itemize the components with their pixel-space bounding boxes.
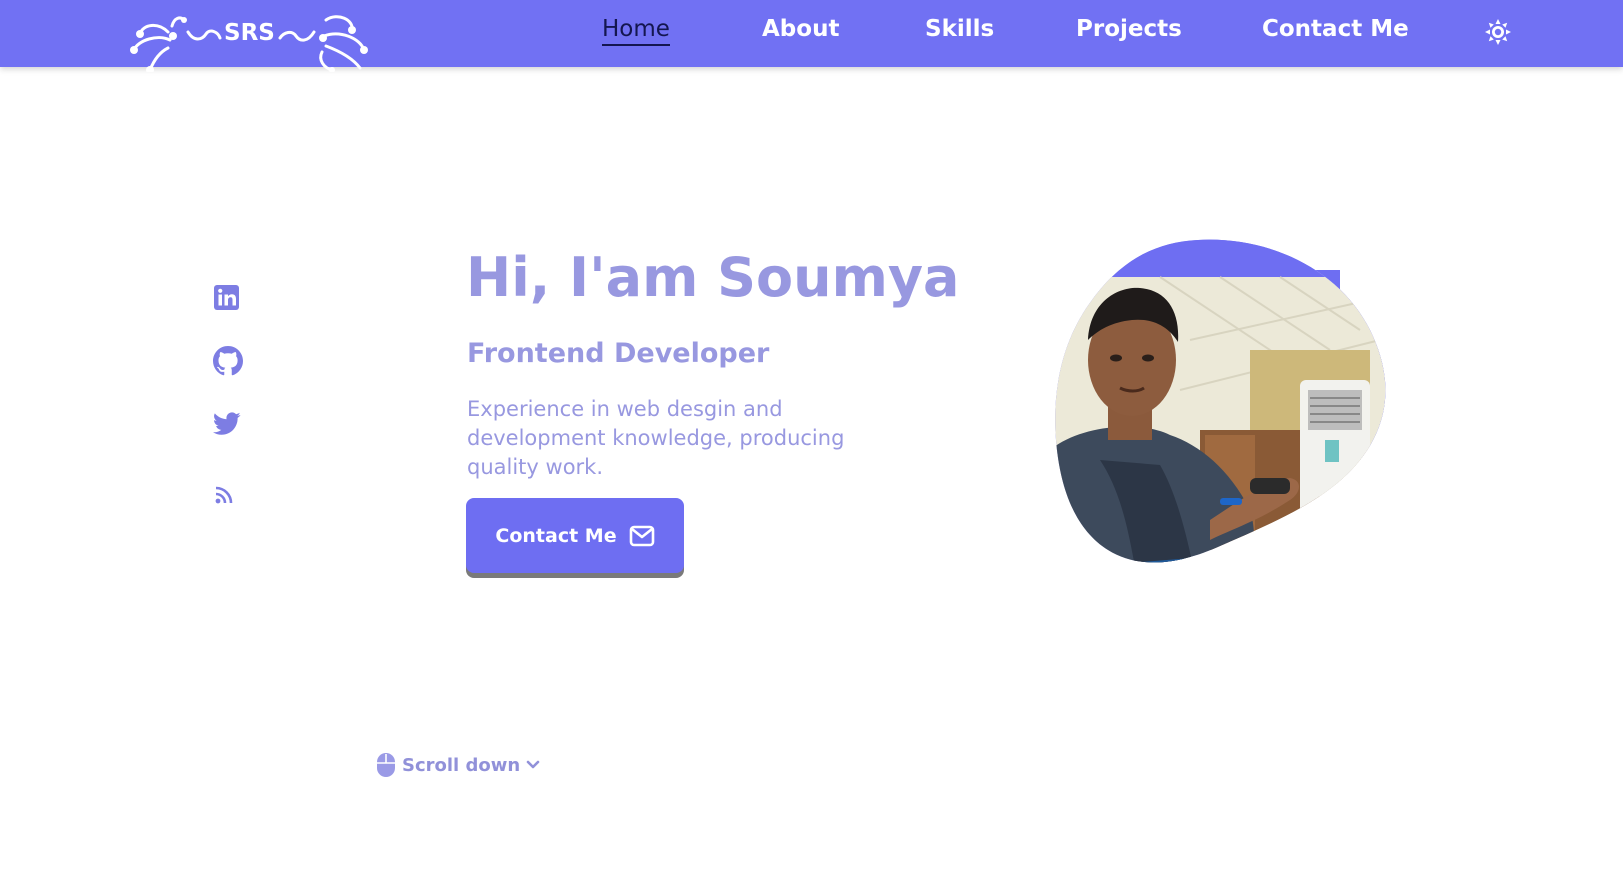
mail-icon	[629, 525, 654, 546]
profile-blob	[1040, 230, 1420, 600]
logo-text: SRS	[224, 20, 275, 46]
site-header: SRS Home About Skills Projects Contact M…	[0, 0, 1623, 74]
contact-me-button[interactable]: Contact Me	[466, 498, 684, 573]
sun-icon	[1485, 19, 1511, 45]
chevron-down-icon	[526, 760, 540, 769]
rss-link[interactable]	[213, 484, 245, 516]
contact-button-label: Contact Me	[495, 524, 617, 547]
hero-description: Experience in web desgin and development…	[467, 397, 845, 479]
hero-subtitle: Frontend Developer	[467, 338, 770, 369]
linkedin-icon	[214, 285, 239, 310]
nav-about[interactable]: About	[762, 16, 839, 42]
profile-photo	[1055, 239, 1386, 563]
nav-skills[interactable]: Skills	[925, 16, 994, 42]
nav-contact-me[interactable]: Contact Me	[1262, 16, 1409, 42]
twitter-icon	[212, 412, 241, 435]
hero-title: Hi, I'am Soumya	[466, 246, 960, 309]
site-logo[interactable]: SRS	[128, 12, 373, 74]
theme-toggle-button[interactable]	[1484, 18, 1512, 46]
nav-projects[interactable]: Projects	[1076, 16, 1182, 42]
mouse-icon	[377, 753, 395, 777]
rss-icon	[215, 486, 233, 504]
github-link[interactable]	[213, 346, 245, 378]
nav-home[interactable]: Home	[602, 16, 670, 46]
scroll-down-label: Scroll down	[402, 754, 521, 776]
github-icon	[213, 346, 243, 376]
scroll-down-link[interactable]: Scroll down	[376, 752, 540, 778]
twitter-link[interactable]	[212, 412, 245, 444]
linkedin-link[interactable]	[213, 284, 245, 316]
